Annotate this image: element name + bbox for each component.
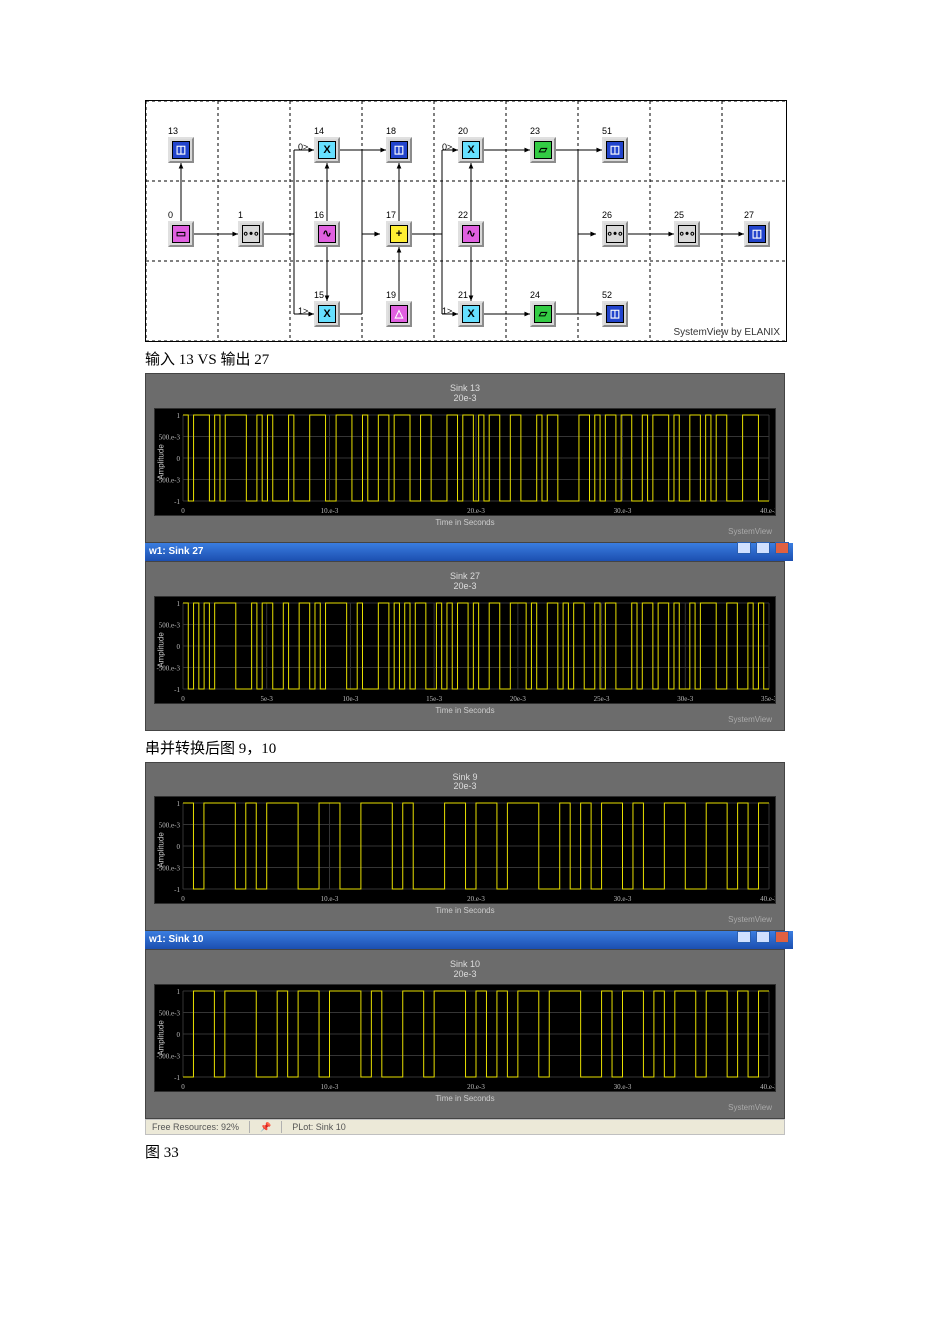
svg-text:0: 0 (181, 1083, 185, 1091)
block-52[interactable]: 52◫ (602, 301, 628, 327)
block-51[interactable]: 51◫ (602, 137, 628, 163)
waveform-group-1: Sink 1320e-3 Amplitude -1-500.e-30500.e-… (145, 373, 785, 543)
svg-text:0: 0 (177, 455, 181, 463)
block-27[interactable]: 27◫ (744, 221, 770, 247)
svg-text:500.e-3: 500.e-3 (159, 621, 181, 629)
window-titlebar-sink10[interactable]: w1: Sink 10 (145, 931, 793, 949)
svg-text:15e-3: 15e-3 (426, 695, 442, 703)
svg-text:500.e-3: 500.e-3 (159, 1010, 181, 1018)
svg-text:0: 0 (181, 695, 185, 703)
waveform-group-1b: Sink 2720e-3 Amplitude -1-500.e-30500.e-… (145, 561, 785, 731)
block-19[interactable]: 19△ (386, 301, 412, 327)
svg-text:20.e-3: 20.e-3 (467, 1083, 485, 1091)
block-13[interactable]: 13◫ (168, 137, 194, 163)
svg-text:500.e-3: 500.e-3 (159, 433, 181, 441)
svg-text:1: 1 (177, 600, 181, 608)
svg-text:-1: -1 (174, 886, 180, 894)
block-22[interactable]: 22∿ (458, 221, 484, 247)
close-icon[interactable] (775, 931, 789, 943)
svg-text:500.e-3: 500.e-3 (159, 822, 181, 830)
svg-text:-1: -1 (174, 1074, 180, 1082)
caption-input-vs-output: 输入 13 VS 输出 27 (145, 348, 800, 369)
svg-text:0: 0 (181, 507, 185, 515)
plot-sink13: Amplitude -1-500.e-30500.e-31010.e-320.e… (154, 408, 776, 516)
svg-text:-1: -1 (174, 686, 180, 694)
block-14[interactable]: 14X (314, 137, 340, 163)
block-16[interactable]: 16∿ (314, 221, 340, 247)
plot-sink27: Amplitude -1-500.e-30500.e-3105e-310e-31… (154, 596, 776, 704)
plot-title-sink9: Sink 920e-3 (154, 773, 776, 793)
close-icon[interactable] (775, 542, 789, 554)
block-18[interactable]: 18◫ (386, 137, 412, 163)
plot-sink10: Amplitude -1-500.e-30500.e-31010.e-320.e… (154, 984, 776, 1092)
minimize-icon[interactable] (737, 542, 751, 554)
svg-text:20.e-3: 20.e-3 (467, 507, 485, 515)
svg-text:0: 0 (177, 643, 181, 651)
svg-text:10.e-3: 10.e-3 (321, 895, 339, 903)
svg-text:40.e-3: 40.e-3 (760, 1083, 775, 1091)
window-title-text: w1: Sink 10 (149, 931, 203, 949)
svg-text:40.e-3: 40.e-3 (760, 507, 775, 515)
svg-text:20.e-3: 20.e-3 (467, 895, 485, 903)
block-0[interactable]: 0▭ (168, 221, 194, 247)
svg-text:30.e-3: 30.e-3 (614, 1083, 632, 1091)
svg-text:5e-3: 5e-3 (260, 695, 273, 703)
maximize-icon[interactable] (756, 542, 770, 554)
plot-title-sink10: Sink 1020e-3 (154, 960, 776, 980)
caption-serial-parallel: 串并转换后图 9，10 (145, 737, 800, 758)
block-25[interactable]: 25∘•∘ (674, 221, 700, 247)
maximize-icon[interactable] (756, 931, 770, 943)
minimize-icon[interactable] (737, 931, 751, 943)
svg-text:30.e-3: 30.e-3 (614, 895, 632, 903)
status-plot-name: PLot: Sink 10 (292, 1119, 346, 1135)
block-21[interactable]: 21X (458, 301, 484, 327)
plot-title-sink13: Sink 1320e-3 (154, 384, 776, 404)
svg-text:1: 1 (177, 412, 181, 420)
svg-text:1: 1 (177, 988, 181, 996)
svg-text:1: 1 (177, 800, 181, 808)
block-1[interactable]: 1∘•∘ (238, 221, 264, 247)
status-bar: Free Resources: 92% 📌 PLot: Sink 10 (145, 1119, 785, 1135)
plot-sink9: Amplitude -1-500.e-30500.e-31010.e-320.e… (154, 796, 776, 904)
block-17[interactable]: 17+ (386, 221, 412, 247)
svg-text:20e-3: 20e-3 (510, 695, 526, 703)
svg-text:10.e-3: 10.e-3 (321, 507, 339, 515)
block-diagram: SystemView by ELANIX 13◫14X0>18◫20X0>23▱… (145, 100, 787, 342)
block-15[interactable]: 15X (314, 301, 340, 327)
svg-text:-1: -1 (174, 498, 180, 506)
svg-text:0: 0 (177, 843, 181, 851)
diagram-watermark: SystemView by ELANIX (673, 327, 780, 338)
svg-text:30e-3: 30e-3 (677, 695, 693, 703)
waveform-group-2b: Sink 1020e-3 Amplitude -1-500.e-30500.e-… (145, 949, 785, 1119)
plot-title-sink27: Sink 2720e-3 (154, 572, 776, 592)
svg-text:30.e-3: 30.e-3 (614, 507, 632, 515)
svg-text:0: 0 (177, 1031, 181, 1039)
svg-text:10.e-3: 10.e-3 (321, 1083, 339, 1091)
waveform-group-2: Sink 920e-3 Amplitude -1-500.e-30500.e-3… (145, 762, 785, 932)
caption-figure-33: 图 33 (145, 1141, 800, 1162)
svg-text:25e-3: 25e-3 (594, 695, 610, 703)
block-24[interactable]: 24▱ (530, 301, 556, 327)
window-titlebar-sink27[interactable]: w1: Sink 27 (145, 543, 793, 561)
svg-text:10e-3: 10e-3 (342, 695, 358, 703)
block-26[interactable]: 26∘•∘ (602, 221, 628, 247)
block-20[interactable]: 20X (458, 137, 484, 163)
pin-icon[interactable]: 📌 (260, 1119, 271, 1135)
svg-text:40.e-3: 40.e-3 (760, 895, 775, 903)
svg-text:35e-3: 35e-3 (761, 695, 775, 703)
status-free-resources: Free Resources: 92% (152, 1119, 239, 1135)
window-title-text: w1: Sink 27 (149, 543, 203, 561)
svg-text:0: 0 (181, 895, 185, 903)
block-23[interactable]: 23▱ (530, 137, 556, 163)
